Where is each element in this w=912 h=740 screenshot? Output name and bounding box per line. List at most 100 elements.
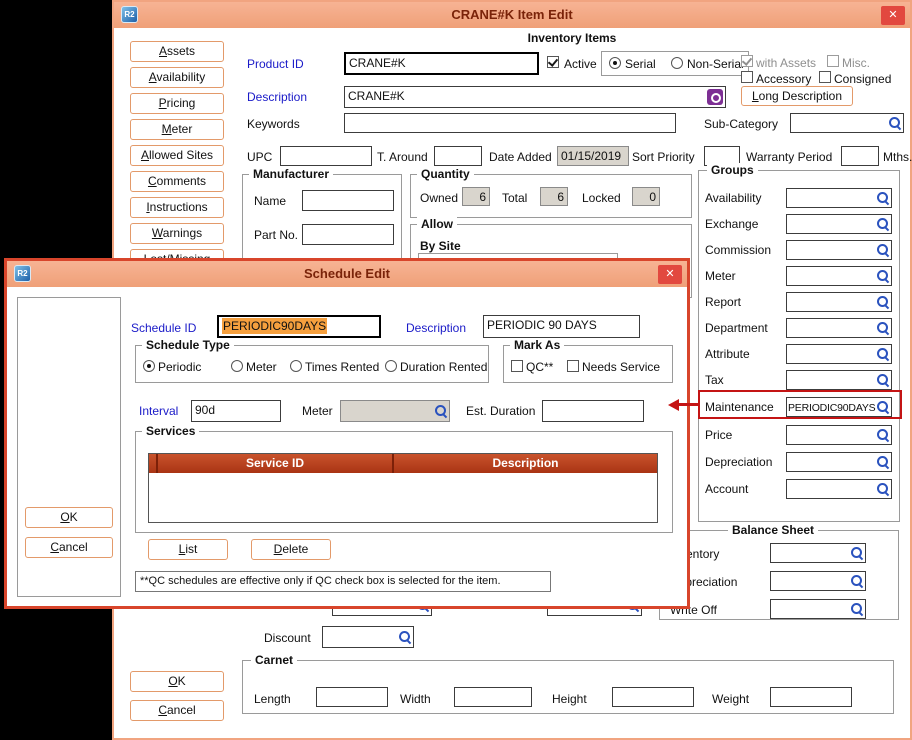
long-description-button[interactable]: Long Description (741, 86, 853, 106)
group-field-commission[interactable] (786, 240, 892, 260)
carnet-height-input[interactable] (612, 687, 694, 707)
sidebar-button-instructions[interactable]: Instructions (130, 197, 224, 218)
group-field-price[interactable] (786, 425, 892, 445)
schedule-description-label[interactable]: Description (406, 321, 466, 335)
manufacturer-name-input[interactable] (302, 190, 394, 211)
keywords-input[interactable] (344, 113, 676, 133)
schedule-id-input[interactable]: PERIODIC90DAYS (217, 315, 381, 338)
duration-rented-label: Duration Rented (400, 360, 487, 374)
accessory-checkbox[interactable] (741, 71, 753, 83)
search-icon[interactable] (876, 400, 890, 414)
group-field-attribute[interactable] (786, 344, 892, 364)
description-options-icon[interactable] (707, 89, 723, 105)
upc-input[interactable] (280, 146, 372, 166)
service-id-column-header[interactable]: Service ID (158, 454, 394, 473)
carnet-width-input[interactable] (454, 687, 532, 707)
search-icon[interactable] (850, 602, 864, 616)
discount-input[interactable] (322, 626, 414, 648)
consigned-checkbox[interactable] (819, 71, 831, 83)
group-field-department[interactable] (786, 318, 892, 338)
serial-radio[interactable] (609, 57, 621, 69)
delete-button[interactable]: Delete (251, 539, 331, 560)
ok-button[interactable]: OK (130, 671, 224, 692)
warranty-period-input[interactable] (841, 146, 879, 166)
sidebar-button-pricing[interactable]: Pricing (130, 93, 224, 114)
search-icon[interactable] (876, 482, 890, 496)
row-selector-column (149, 454, 158, 473)
search-icon[interactable] (850, 546, 864, 560)
search-icon[interactable] (888, 116, 902, 130)
est-duration-input[interactable] (542, 400, 644, 422)
sub-category-input[interactable] (790, 113, 904, 133)
list-button[interactable]: List (148, 539, 228, 560)
group-field-report[interactable] (786, 292, 892, 312)
close-icon[interactable]: ✕ (658, 265, 682, 284)
meter-radio[interactable] (231, 360, 243, 372)
group-label-depreciation: Depreciation (705, 455, 772, 469)
main-titlebar[interactable]: R2 CRANE#K Item Edit ✕ (114, 2, 910, 28)
product-id-label[interactable]: Product ID (247, 57, 304, 71)
carnet-length-input[interactable] (316, 687, 388, 707)
search-icon[interactable] (876, 428, 890, 442)
sidebar-button-allowed-sites[interactable]: Allowed Sites (130, 145, 224, 166)
sidebar-button-warnings[interactable]: Warnings (130, 223, 224, 244)
misc-checkbox[interactable] (827, 55, 839, 67)
t-around-input[interactable] (434, 146, 482, 166)
balance-sheet-title: Balance Sheet (728, 523, 818, 537)
search-icon[interactable] (876, 347, 890, 361)
search-icon[interactable] (876, 243, 890, 257)
dialog-titlebar[interactable]: R2 Schedule Edit ✕ (7, 261, 687, 287)
balance-writeoff-input[interactable] (770, 599, 866, 619)
group-field-account[interactable] (786, 479, 892, 499)
non-serial-label: Non-Serial (687, 57, 744, 71)
description-column-header[interactable]: Description (394, 454, 657, 473)
balance-depreciation-input[interactable] (770, 571, 866, 591)
active-checkbox[interactable] (547, 56, 559, 68)
group-field-tax[interactable] (786, 370, 892, 390)
search-icon[interactable] (876, 191, 890, 205)
dialog-ok-button[interactable]: OK (25, 507, 113, 528)
carnet-weight-input[interactable] (770, 687, 852, 707)
search-icon[interactable] (876, 321, 890, 335)
group-field-meter[interactable] (786, 266, 892, 286)
description-input[interactable]: CRANE#K (344, 86, 726, 108)
group-field-availability[interactable] (786, 188, 892, 208)
group-field-maintenance[interactable]: PERIODIC90DAYS (786, 397, 892, 417)
schedule-description-input[interactable]: PERIODIC 90 DAYS (483, 315, 640, 338)
group-field-depreciation[interactable] (786, 452, 892, 472)
search-icon[interactable] (398, 630, 412, 644)
sidebar-button-meter[interactable]: Meter (130, 119, 224, 140)
group-label-department: Department (705, 321, 768, 335)
interval-input[interactable]: 90d (191, 400, 281, 422)
search-icon[interactable] (876, 269, 890, 283)
sidebar-button-assets[interactable]: Assets (130, 41, 224, 62)
search-icon[interactable] (876, 295, 890, 309)
search-icon[interactable] (850, 574, 864, 588)
periodic-radio[interactable] (143, 360, 155, 372)
search-icon[interactable] (876, 455, 890, 469)
sidebar-button-availability[interactable]: Availability (130, 67, 224, 88)
schedule-id-label[interactable]: Schedule ID (131, 321, 196, 335)
dialog-cancel-button[interactable]: Cancel (25, 537, 113, 558)
search-icon[interactable] (434, 404, 448, 418)
balance-inventory-input[interactable] (770, 543, 866, 563)
duration-rented-radio[interactable] (385, 360, 397, 372)
cancel-button[interactable]: Cancel (130, 700, 224, 721)
group-field-exchange[interactable] (786, 214, 892, 234)
carnet-height-label: Height (552, 692, 587, 706)
qc-checkbox[interactable] (511, 360, 523, 372)
close-icon[interactable]: ✕ (881, 6, 905, 25)
times-rented-radio[interactable] (290, 360, 302, 372)
product-id-input[interactable]: CRANE#K (344, 52, 539, 75)
interval-label[interactable]: Interval (139, 404, 178, 418)
search-icon[interactable] (876, 373, 890, 387)
description-label[interactable]: Description (247, 90, 307, 104)
search-icon[interactable] (876, 217, 890, 231)
manufacturer-part-input[interactable] (302, 224, 394, 245)
sidebar-button-comments[interactable]: Comments (130, 171, 224, 192)
services-table[interactable]: Service ID Description (148, 453, 658, 523)
non-serial-radio[interactable] (671, 57, 683, 69)
needs-service-checkbox[interactable] (567, 360, 579, 372)
with-assets-checkbox[interactable] (741, 55, 753, 67)
services-table-body[interactable] (149, 473, 657, 522)
